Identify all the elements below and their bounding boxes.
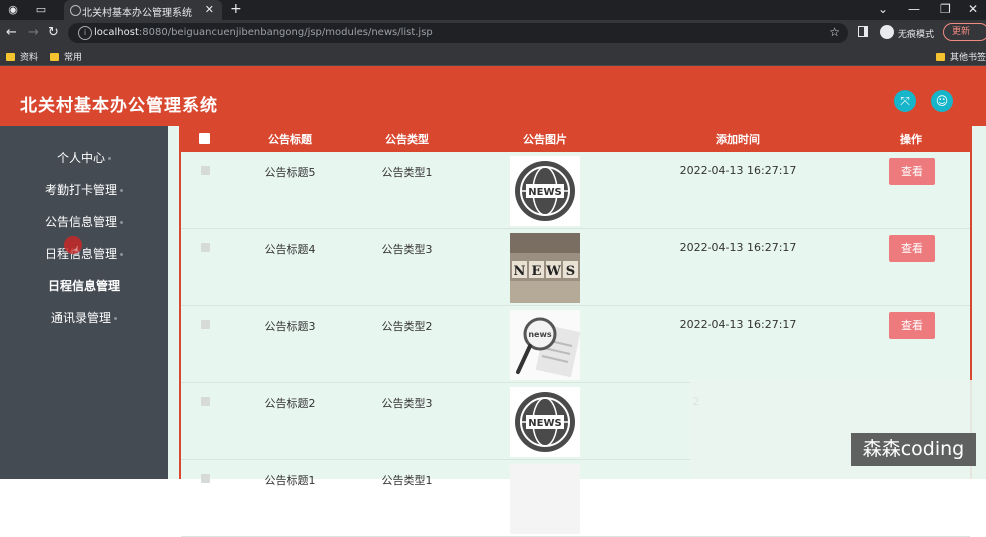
site-info-icon[interactable]: i xyxy=(78,26,92,40)
cell-type: 公告类型2 xyxy=(381,320,433,333)
view-button[interactable]: 查看 xyxy=(889,312,935,339)
window-close-icon[interactable]: ✕ xyxy=(968,2,978,16)
forward-icon[interactable]: → xyxy=(28,25,39,40)
back-icon[interactable]: ← xyxy=(6,25,17,40)
sidebar-item-personal-center[interactable]: 个人中心 xyxy=(0,149,168,166)
table-row: 公告标题5 公告类型1 NEWS 2022-04-13 16:27:17 查看 xyxy=(181,152,970,229)
news-globe-image: NEWS xyxy=(510,387,580,457)
svg-text:news: news xyxy=(528,330,552,339)
bookmark-star-icon[interactable]: ☆ xyxy=(829,25,840,39)
folder-icon xyxy=(936,53,945,61)
expand-dot-icon xyxy=(108,157,111,160)
bookmark-folder-item[interactable]: 资料 xyxy=(6,50,38,63)
sidebar-subitem-schedule-info[interactable]: 日程信息管理 xyxy=(0,277,168,294)
svg-text:NEWS: NEWS xyxy=(528,418,561,429)
expand-dot-icon xyxy=(120,189,123,192)
tab-list-chevron-icon[interactable]: ⌄ xyxy=(878,2,888,16)
sidebar: 个人中心 考勤打卡管理 公告信息管理 日程信息管理 日程信息管理 通讯录管理 ☝ xyxy=(0,126,168,479)
other-bookmarks-item[interactable]: 其他书签 xyxy=(936,50,986,63)
news-magnifier-image: news xyxy=(510,310,580,380)
sidebar-item-announcements[interactable]: 公告信息管理 xyxy=(0,213,168,230)
tab-title: 北关村基本办公管理系统 xyxy=(82,8,192,19)
cell-title: 公告标题4 xyxy=(264,243,316,256)
sidebar-item-schedule[interactable]: 日程信息管理 xyxy=(0,245,168,262)
row-checkbox[interactable] xyxy=(201,243,210,252)
cell-type: 公告类型1 xyxy=(381,474,433,487)
news-paper-image xyxy=(510,464,580,534)
hand-cursor-icon: ☝ xyxy=(72,244,80,258)
minimize-icon[interactable]: — xyxy=(908,2,920,16)
cell-title: 公告标题3 xyxy=(264,320,316,333)
watermark: 森森coding xyxy=(851,433,976,466)
folder-icon xyxy=(50,53,59,61)
cell-type: 公告类型3 xyxy=(381,397,433,410)
row-checkbox[interactable] xyxy=(201,397,210,406)
cell-time: 2022-04-13 16:27:17 xyxy=(679,241,797,254)
news-blocks-image: N E W S xyxy=(510,233,580,303)
browser-toolbar: ← → ↻ i localhost:8080/beiguancuenjibenb… xyxy=(0,20,986,46)
expand-dot-icon xyxy=(120,253,123,256)
cell-type: 公告类型3 xyxy=(381,243,433,256)
column-header-image[interactable]: 公告图片 xyxy=(523,131,567,147)
column-header-time[interactable]: 添加时间 xyxy=(716,131,760,147)
table-row: 公告标题3 公告类型2 news 2022-04-13 16:27:17 查看 xyxy=(181,306,970,383)
url-text: localhost:8080/beiguancuenjibenbangong/j… xyxy=(94,27,433,38)
side-panel-icon[interactable] xyxy=(858,26,868,37)
tab-close-icon[interactable]: ✕ xyxy=(205,3,214,16)
cell-title: 公告标题5 xyxy=(264,166,316,179)
view-button[interactable]: 查看 xyxy=(889,158,935,185)
tab-favicon-icon xyxy=(70,5,81,16)
svg-text:E: E xyxy=(532,264,542,279)
svg-text:N: N xyxy=(514,264,526,279)
folder-icon xyxy=(6,53,15,61)
sidebar-item-contacts[interactable]: 通讯录管理 xyxy=(0,309,168,326)
app-header: 北关村基本办公管理系统 ⤧ ☺ xyxy=(0,66,986,126)
svg-text:NEWS: NEWS xyxy=(528,187,561,198)
app-title: 北关村基本办公管理系统 xyxy=(20,96,218,116)
fullscreen-icon[interactable]: ⤧ xyxy=(894,90,916,112)
expand-dot-icon xyxy=(120,221,123,224)
row-checkbox[interactable] xyxy=(201,320,210,329)
select-all-checkbox[interactable] xyxy=(199,133,210,144)
svg-text:S: S xyxy=(566,264,575,279)
restore-icon[interactable]: ❐ xyxy=(940,2,951,16)
column-header-actions: 操作 xyxy=(900,133,922,146)
address-bar[interactable]: i localhost:8080/beiguancuenjibenbangong… xyxy=(68,23,848,43)
user-icon[interactable]: ☺ xyxy=(931,90,953,112)
column-header-type[interactable]: 公告类型 xyxy=(385,131,429,147)
new-tab-icon[interactable]: + xyxy=(230,1,242,17)
bookmark-folder-item[interactable]: 常用 xyxy=(50,50,82,63)
reload-icon[interactable]: ↻ xyxy=(48,25,59,40)
update-button[interactable]: 更新 xyxy=(943,23,986,41)
browser-tab-bar: ◉ ▭ 北关村基本办公管理系统 ✕ + ⌄ — ❐ ✕ xyxy=(0,0,986,20)
expand-dot-icon xyxy=(114,317,117,320)
incognito-label: 无痕模式 xyxy=(898,30,935,40)
cell-time: 2022-04-13 16:27:17 xyxy=(679,164,797,177)
column-header-title[interactable]: 公告标题 xyxy=(268,131,312,147)
svg-text:W: W xyxy=(545,264,561,279)
browser-tab[interactable]: 北关村基本办公管理系统 ✕ xyxy=(64,0,222,20)
sidebar-item-attendance[interactable]: 考勤打卡管理 xyxy=(0,181,168,198)
cell-title: 公告标题2 xyxy=(264,397,316,410)
cell-type: 公告类型1 xyxy=(381,166,433,179)
view-button[interactable]: 查看 xyxy=(889,235,935,262)
tab-search-icon[interactable]: ▭ xyxy=(34,3,48,17)
bookmarks-bar: 资料 常用 其他书签 xyxy=(0,46,986,66)
table-row: 公告标题4 公告类型3 N E W S 2022-04-13 16:27:17 xyxy=(181,229,970,306)
cell-time: 2022-04-13 16:27:17 xyxy=(679,318,797,331)
news-globe-image: NEWS xyxy=(510,156,580,226)
cell-title: 公告标题1 xyxy=(264,474,316,487)
row-checkbox[interactable] xyxy=(201,166,210,175)
browser-menu-icon[interactable]: ◉ xyxy=(6,3,20,17)
incognito-icon[interactable] xyxy=(880,25,894,39)
table-header: 公告标题 公告类型 公告图片 添加时间 操作 xyxy=(181,126,970,152)
